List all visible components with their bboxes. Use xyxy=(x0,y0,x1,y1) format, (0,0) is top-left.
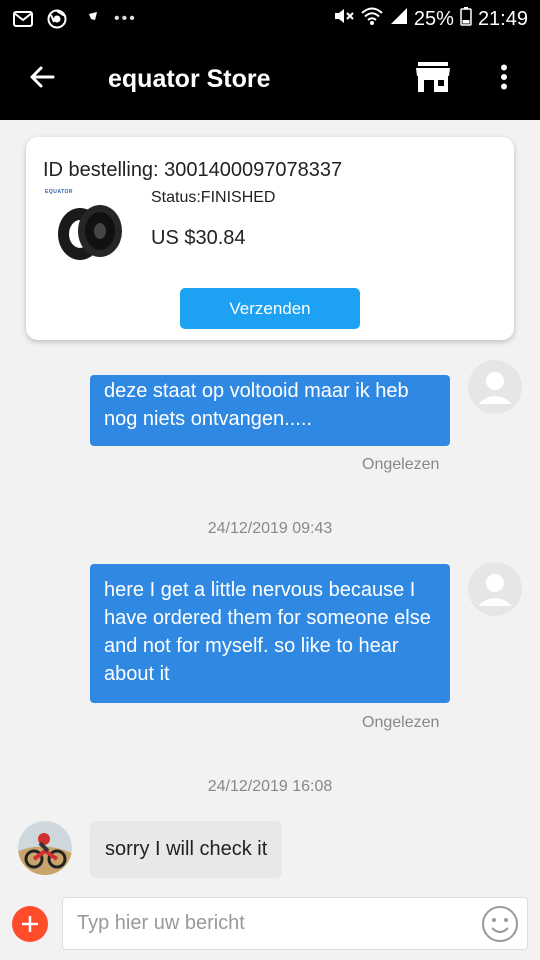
user-avatar xyxy=(468,360,522,414)
emoji-icon xyxy=(480,906,520,948)
clock: 21:49 xyxy=(477,7,528,30)
store-icon xyxy=(415,61,451,98)
gmail-icon xyxy=(12,9,34,29)
order-id: ID bestelling: 3001400097078337 xyxy=(43,159,343,181)
store-button[interactable] xyxy=(410,56,456,102)
chrome-icon xyxy=(46,9,68,29)
more-notifications-icon: ••• xyxy=(114,10,137,27)
message-timestamp: 24/12/2019 09:43 xyxy=(207,520,333,537)
page-title: equator Store xyxy=(108,64,271,93)
back-arrow-icon xyxy=(29,65,55,94)
order-status: Status:FINISHED xyxy=(151,189,276,206)
mute-icon xyxy=(332,6,354,32)
notification-icon xyxy=(80,9,102,29)
product-image: EQUATOR xyxy=(42,189,132,269)
message-bubble[interactable]: sorry I will check it xyxy=(90,821,283,878)
more-vert-icon xyxy=(500,64,508,95)
user-avatar xyxy=(468,562,522,616)
message-bubble[interactable]: deze staat op voltooid maar ik heb nog n… xyxy=(90,375,450,446)
add-icon xyxy=(21,909,39,939)
message-input[interactable] xyxy=(62,897,528,950)
order-price: US $30.84 xyxy=(151,227,246,249)
add-attachment-button[interactable] xyxy=(12,906,48,942)
read-status: Ongelezen xyxy=(362,456,440,473)
order-card: ID bestelling: 3001400097078337 EQUATOR … xyxy=(26,137,514,340)
emoji-button[interactable] xyxy=(480,904,520,944)
app-header: equator Store xyxy=(0,38,540,120)
read-status: Ongelezen xyxy=(362,714,440,731)
brand-logo: EQUATOR xyxy=(45,189,74,195)
back-button[interactable] xyxy=(0,38,84,120)
battery-text: 25% xyxy=(413,7,454,30)
send-order-button[interactable]: Verzenden xyxy=(180,288,360,329)
wifi-icon xyxy=(360,6,384,32)
seller-avatar[interactable] xyxy=(18,821,72,875)
message-bubble[interactable]: here I get a little nervous because I ha… xyxy=(90,564,450,703)
signal-icon xyxy=(390,7,408,31)
message-timestamp: 24/12/2019 16:08 xyxy=(207,778,333,795)
more-options-button[interactable] xyxy=(486,56,522,102)
message-composer xyxy=(0,888,540,960)
battery-icon xyxy=(460,6,472,32)
status-bar: ••• 25% 21:49 xyxy=(0,0,540,38)
